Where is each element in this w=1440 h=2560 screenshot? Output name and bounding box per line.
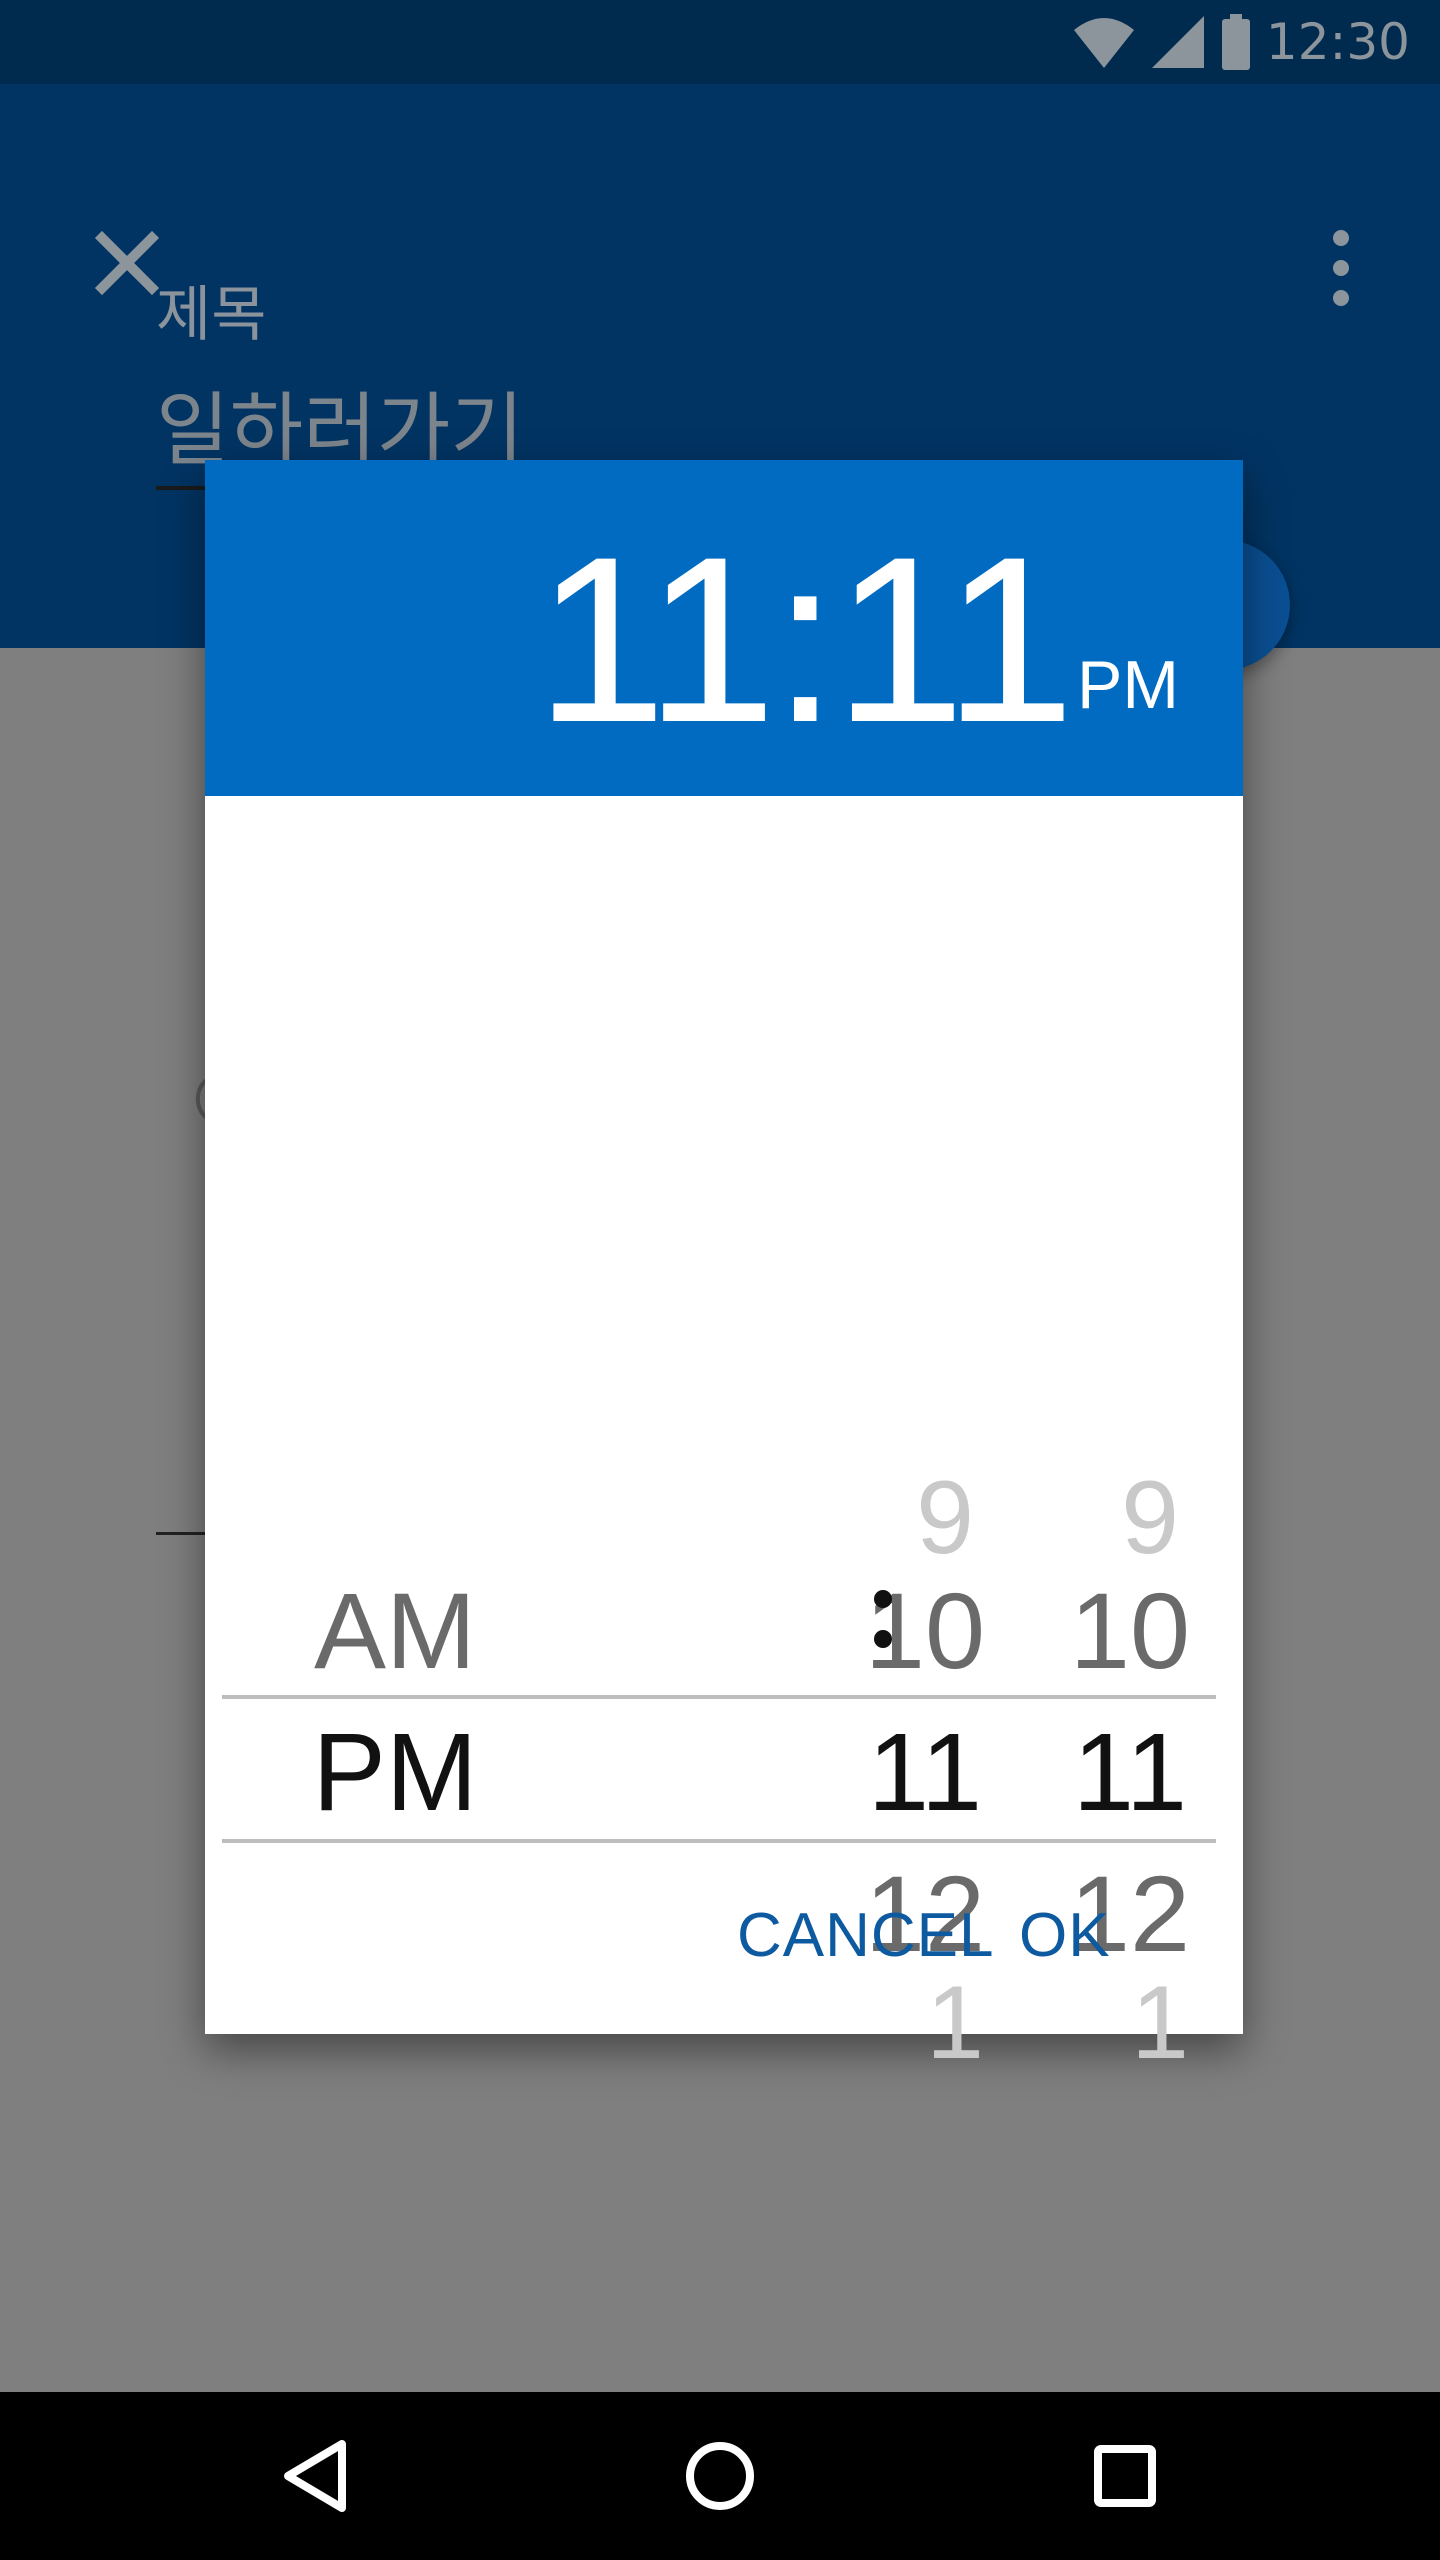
- minute-option-10[interactable]: 10: [1030, 1577, 1230, 1685]
- hour-option-10[interactable]: 10: [825, 1577, 1025, 1685]
- cell-signal-icon: [1150, 14, 1206, 70]
- minute-option-9[interactable]: 9: [1050, 1466, 1250, 1570]
- ampm-option-pm-selected[interactable]: PM: [285, 1718, 505, 1828]
- navigation-bar: [0, 2392, 1440, 2560]
- status-icons: 12:30: [1072, 10, 1410, 74]
- wifi-icon: [1072, 14, 1136, 70]
- close-button[interactable]: [92, 228, 162, 298]
- recents-button[interactable]: [1075, 2426, 1175, 2526]
- time-wheel-picker[interactable]: AM PM 9 10 11 12 1 9 10 11 12 1: [205, 796, 1243, 2075]
- back-icon: [284, 2440, 346, 2512]
- close-icon: [94, 230, 160, 296]
- status-bar: 12:30: [0, 0, 1440, 84]
- recents-icon: [1094, 2445, 1156, 2507]
- hour-option-9[interactable]: 9: [845, 1466, 1045, 1570]
- status-time: 12:30: [1265, 13, 1410, 71]
- title-field-label: 제목: [156, 280, 267, 350]
- more-options-button[interactable]: [1316, 226, 1366, 310]
- selection-divider-bottom: [222, 1839, 1216, 1843]
- more-vert-icon: [1333, 230, 1349, 306]
- hour-option-1[interactable]: 1: [855, 1971, 1055, 2075]
- hour-option-11-selected[interactable]: 11: [825, 1718, 1025, 1828]
- ampm-option-am[interactable]: AM: [285, 1577, 505, 1685]
- dialog-header: 11:11 PM: [205, 460, 1243, 796]
- minute-option-11-selected[interactable]: 11: [1030, 1718, 1230, 1828]
- home-icon: [686, 2442, 754, 2510]
- header-ampm: PM: [1077, 647, 1179, 723]
- home-button[interactable]: [670, 2426, 770, 2526]
- back-button[interactable]: [266, 2426, 366, 2526]
- time-picker-dialog: 11:11 PM AM PM 9 10 11 12 1 9 10 11 12 1…: [205, 460, 1243, 2075]
- selection-divider-top: [222, 1695, 1216, 1699]
- battery-icon: [1220, 14, 1252, 70]
- cancel-button[interactable]: CANCEL: [737, 1900, 995, 1971]
- ok-button[interactable]: OK: [1019, 1900, 1111, 1971]
- header-time: 11:11: [535, 508, 1075, 772]
- minute-option-1[interactable]: 1: [1060, 1971, 1260, 2075]
- time-separator: [858, 1590, 908, 1750]
